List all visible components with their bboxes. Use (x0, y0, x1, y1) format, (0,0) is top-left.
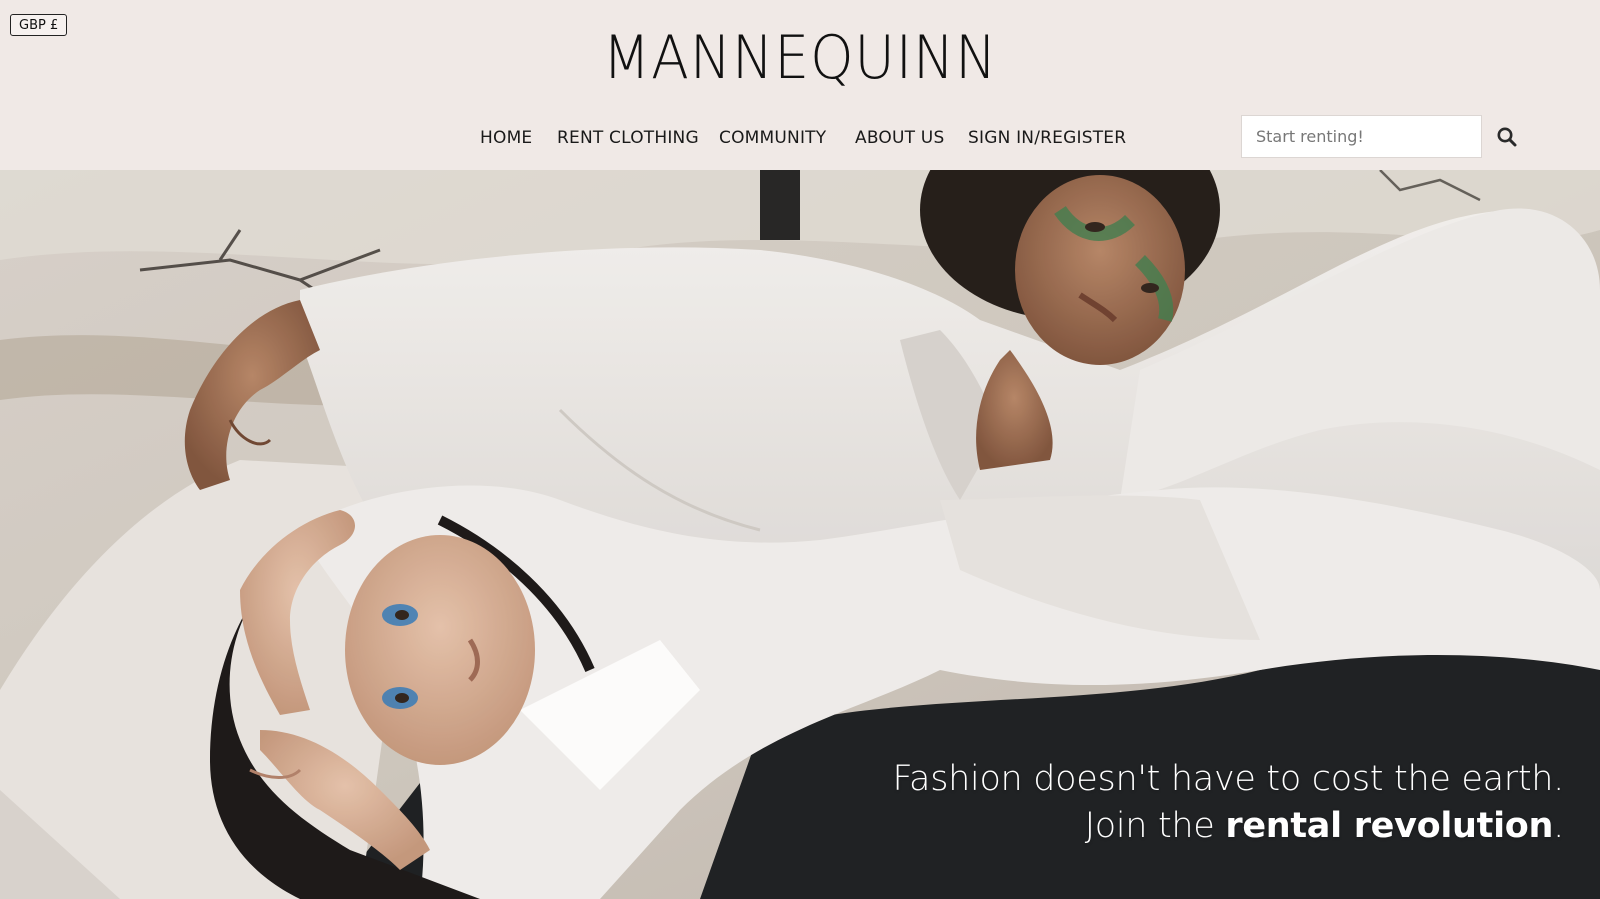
nav-item-about-us[interactable]: ABOUT US (855, 124, 944, 152)
tagline-line-1: Fashion doesn't have to cost the earth. (892, 759, 1564, 799)
hero-tagline: Fashion doesn't have to cost the earth. … (892, 756, 1564, 850)
search-icon[interactable] (1496, 126, 1518, 148)
currency-selector[interactable]: GBP £ (10, 14, 68, 36)
nav-item-home[interactable]: HOME (480, 124, 532, 152)
tagline-line-2: Join the rental revolution. (892, 803, 1565, 850)
tagline-line-2-suffix: . (1553, 806, 1564, 846)
brand-logo[interactable]: MANNEQUINN (64, 22, 1536, 94)
nav-item-rent-clothing[interactable]: RENT CLOTHING (557, 124, 699, 152)
tagline-emphasis: rental revolution (1225, 806, 1554, 846)
tagline-line-2-prefix: Join the (1084, 806, 1226, 846)
nav-item-sign-in-register[interactable]: SIGN IN/REGISTER (968, 124, 1126, 152)
nav-item-community[interactable]: COMMUNITY (719, 124, 826, 152)
search-input[interactable] (1241, 115, 1482, 158)
site-header: GBP £ MANNEQUINN HOME RENT CLOTHING COMM… (0, 0, 1600, 170)
